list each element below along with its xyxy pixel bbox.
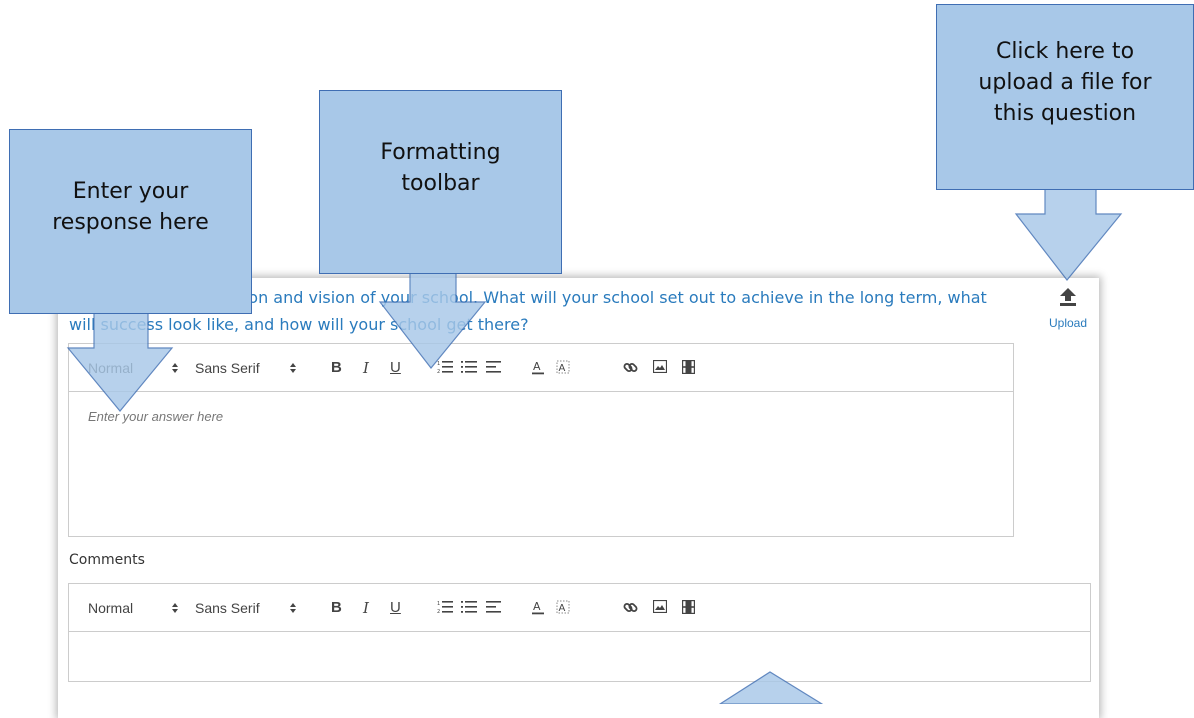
comments-font-picker-label: Sans Serif [195,600,260,616]
comments-font-picker[interactable]: Sans Serif [195,596,260,620]
ordered-list-icon: 1 2 [437,601,453,614]
video-icon [682,360,695,374]
link-button[interactable] [623,356,638,380]
comments-input[interactable] [69,632,1090,681]
header-picker-label: Normal [88,360,134,376]
bullet-list-button[interactable] [461,356,477,380]
comments-image-button[interactable] [653,596,667,620]
italic-button[interactable]: I [363,356,369,380]
comments-underline-button[interactable]: U [390,596,401,620]
svg-text:A: A [559,603,566,614]
link-icon [623,363,638,372]
comments-header-picker[interactable]: Normal [88,596,133,620]
bullet-list-icon [461,601,477,613]
background-color-icon: A [556,360,570,374]
header-picker-arrow-icon [172,363,178,373]
toolbar-callout: Formatting toolbar [319,90,562,274]
svg-text:2: 2 [437,609,440,614]
svg-text:2: 2 [437,369,440,374]
comments-header-picker-label: Normal [88,600,134,616]
svg-text:A: A [533,360,541,373]
comments-bold-button[interactable]: B [331,596,342,620]
upload-icon [1060,288,1076,306]
svg-text:1: 1 [437,361,440,367]
font-picker-label: Sans Serif [195,360,260,376]
text-color-icon: A [532,600,544,615]
upload-label: Upload [1048,316,1088,330]
upload-callout-text: Click here to upload a file for this que… [978,39,1152,126]
response-callout: Enter your response here [9,129,252,314]
background-color-button[interactable]: A [556,356,570,380]
font-picker[interactable]: Sans Serif [195,356,260,380]
bold-button[interactable]: B [331,356,342,380]
comments-label: Comments [69,552,145,568]
comments-background-color-button[interactable]: A [556,596,570,620]
ordered-list-icon: 1 2 [437,361,453,374]
comments-link-button[interactable] [623,596,638,620]
image-button[interactable] [653,356,667,380]
align-icon [486,361,501,373]
response-callout-text: Enter your response here [52,179,209,235]
comments-editor: Normal Sans Serif B I U 1 2 A A [68,583,1091,682]
answer-input[interactable]: Enter your answer here [69,392,1013,536]
align-icon [486,601,501,613]
comments-formatting-toolbar: Normal Sans Serif B I U 1 2 A A [69,584,1090,632]
comments-align-button[interactable] [486,596,502,620]
svg-text:1: 1 [437,601,440,607]
align-button[interactable] [486,356,502,380]
upload-callout: Click here to upload a file for this que… [936,4,1194,190]
ordered-list-button[interactable]: 1 2 [437,356,453,380]
image-icon [653,600,667,613]
svg-text:A: A [559,363,566,374]
bullet-list-icon [461,361,477,373]
font-picker-arrow-icon [290,363,296,373]
video-button[interactable] [682,356,695,380]
text-color-icon: A [532,360,544,375]
image-icon [653,360,667,373]
upload-callout-arrow [1014,188,1123,281]
comments-italic-button[interactable]: I [363,596,369,620]
video-icon [682,600,695,614]
answer-formatting-toolbar: Normal Sans Serif B I U 1 2 A A [69,344,1013,392]
answer-placeholder: Enter your answer here [88,409,224,424]
answer-editor: Normal Sans Serif B I U 1 2 A A Enter yo… [68,343,1014,537]
background-color-icon: A [556,600,570,614]
comments-video-button[interactable] [682,596,695,620]
underline-button[interactable]: U [390,356,401,380]
header-picker[interactable]: Normal [88,356,133,380]
toolbar-callout-text: Formatting toolbar [380,140,501,196]
comments-bullet-list-button[interactable] [461,596,477,620]
comments-font-picker-arrow-icon [290,603,296,613]
comments-ordered-list-button[interactable]: 1 2 [437,596,453,620]
text-color-button[interactable]: A [531,356,545,380]
link-icon [623,603,638,612]
upload-button[interactable]: Upload [1044,287,1092,343]
svg-text:A: A [533,600,541,613]
comments-text-color-button[interactable]: A [531,596,545,620]
comments-header-picker-arrow-icon [172,603,178,613]
